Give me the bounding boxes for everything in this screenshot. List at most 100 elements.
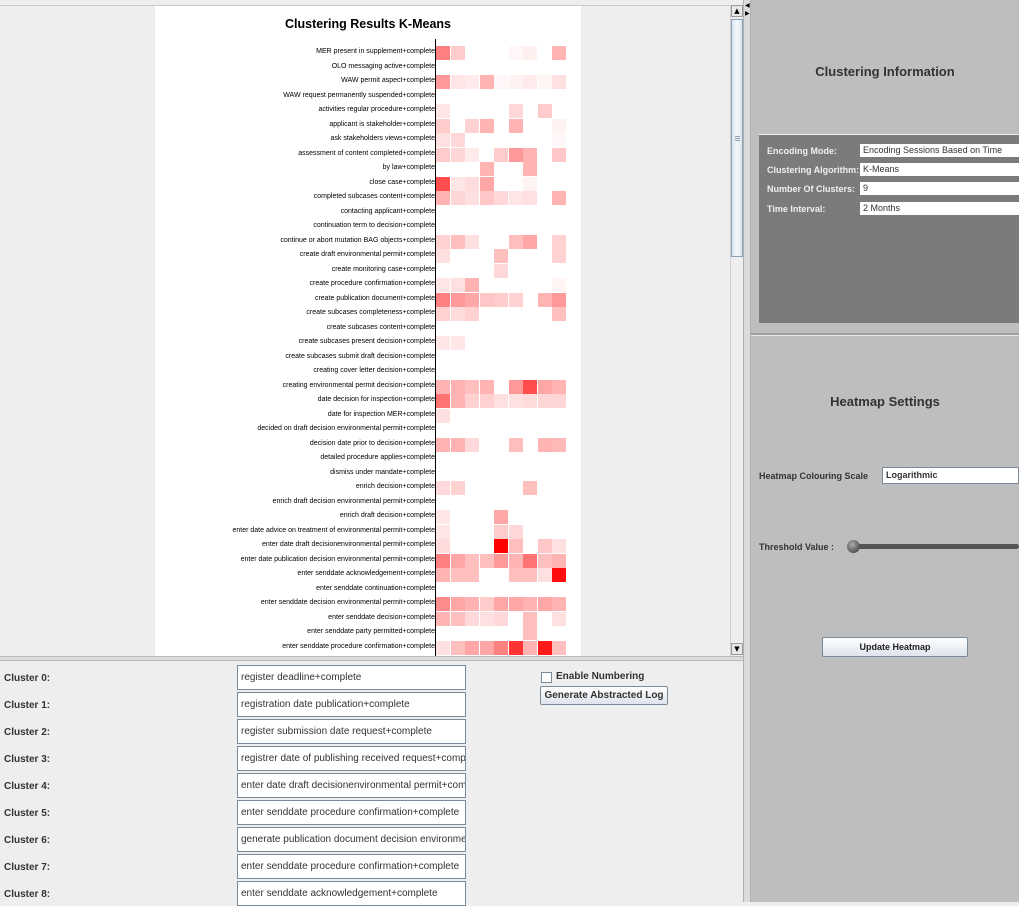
heatmap-row-label: contacting applicant+complete xyxy=(340,207,435,215)
heatmap-cell xyxy=(537,640,552,655)
heatmap-cell xyxy=(508,640,523,655)
heatmap-cell xyxy=(436,379,450,394)
heatmap-row-label: enter date draft decisionenvironmental p… xyxy=(262,541,435,548)
cluster-3-field[interactable]: registrer date of publishing received re… xyxy=(237,746,466,771)
heatmap-cell xyxy=(537,104,552,118)
cluster-8-field[interactable]: enter senddate acknowledgement+complete xyxy=(237,881,466,906)
cluster-2-field[interactable]: register submission date request+complet… xyxy=(237,719,466,744)
heatmap-cell xyxy=(450,379,465,394)
heatmap-cell xyxy=(436,278,450,292)
enable-numbering-checkbox[interactable] xyxy=(541,672,552,683)
heatmap-cell xyxy=(494,510,508,524)
heatmap-cell xyxy=(436,234,450,249)
heatmap-cell xyxy=(523,597,537,611)
heatmap-cell xyxy=(450,553,465,568)
number-of-clusters-value: 9 xyxy=(860,182,1019,195)
heatmap-row-label: creating environmental permit decision+c… xyxy=(282,381,435,389)
heatmap-cell xyxy=(508,75,523,89)
heatmap-cell xyxy=(450,640,465,655)
heatmap-row-label: detailed procedure applies+complete xyxy=(320,454,435,461)
cluster-8-label: Cluster 8: xyxy=(4,889,51,900)
heatmap-cell xyxy=(523,75,537,89)
heatmap-cell xyxy=(494,539,508,553)
heatmap-cell xyxy=(450,278,465,292)
heatmap-vertical-scrollbar[interactable]: ▲ ▼ xyxy=(730,5,744,656)
heatmap-row-label: OLO messaging active+complete xyxy=(331,62,435,70)
threshold-slider-track[interactable] xyxy=(851,544,1019,549)
heatmap-cell xyxy=(450,292,465,307)
heatmap-cell xyxy=(494,147,508,162)
heatmap-cell xyxy=(552,437,566,452)
heatmap-cell xyxy=(537,394,552,408)
heatmap-cell xyxy=(508,118,523,133)
cluster-0-field[interactable]: register deadline+complete xyxy=(237,665,466,690)
heatmap-cell xyxy=(552,278,566,292)
heatmap-cell xyxy=(436,249,450,263)
heatmap-scroll-area[interactable]: Clustering Results K-Means MER present i… xyxy=(0,5,730,656)
heatmap-row-label: enter senddate acknowledgement+complete xyxy=(297,570,435,577)
cluster-5-field[interactable]: enter senddate procedure confirmation+co… xyxy=(237,800,466,825)
heatmap-cell xyxy=(508,104,523,118)
heatmap-cell xyxy=(479,162,494,176)
heatmap-cell xyxy=(450,336,465,350)
heatmap-cell xyxy=(523,176,537,191)
heatmap-cell xyxy=(494,611,508,626)
heatmap-row-label: create monitoring case+complete xyxy=(331,265,435,273)
cluster-4-field[interactable]: enter date draft decisionenvironmental p… xyxy=(237,773,466,798)
heatmap-cell xyxy=(465,278,479,292)
heatmap-cell xyxy=(523,568,537,582)
heatmap-cell xyxy=(552,75,566,89)
vertical-splitter[interactable]: ◀ ▶ xyxy=(743,0,751,902)
cluster-7-field[interactable]: enter senddate procedure confirmation+co… xyxy=(237,854,466,879)
horizontal-splitter[interactable] xyxy=(0,656,746,661)
heatmap-cell xyxy=(523,234,537,249)
heatmap-cell xyxy=(436,437,450,452)
heatmap-row-label: enrich decision+complete xyxy=(355,483,435,490)
heatmap-cell xyxy=(523,481,537,495)
heatmap-cell xyxy=(494,75,508,89)
cluster-5-label: Cluster 5: xyxy=(4,808,51,819)
time-interval-label: Time Interval: xyxy=(767,204,826,214)
clustering-information-box: Encoding Mode: Encoding Sessions Based o… xyxy=(759,134,1019,323)
heatmap-cell xyxy=(523,162,537,176)
heatmap-cell xyxy=(508,234,523,249)
heatmap-cell xyxy=(436,640,450,655)
enable-numbering-label: Enable Numbering xyxy=(556,671,645,682)
scrollbar-thumb[interactable] xyxy=(731,19,743,257)
update-heatmap-button[interactable]: Update Heatmap xyxy=(822,637,968,657)
scroll-down-arrow-icon[interactable]: ▼ xyxy=(731,643,743,655)
heatmap-cell xyxy=(494,249,508,263)
heatmap-cell xyxy=(450,307,465,321)
colouring-scale-select[interactable]: Logarithmic xyxy=(882,467,1019,484)
generate-abstracted-log-button[interactable]: Generate Abstracted Log xyxy=(540,686,668,705)
heatmap-cell xyxy=(479,597,494,611)
cluster-6-field[interactable]: generate publication document decision e… xyxy=(237,827,466,852)
splitter-right-arrow-icon[interactable]: ▶ xyxy=(745,11,750,17)
heatmap-row-label: enrich draft decision+complete xyxy=(339,512,435,519)
cluster-1-field[interactable]: registration date publication+complete xyxy=(237,692,466,717)
encoding-mode-value: Encoding Sessions Based on Time xyxy=(860,144,1019,157)
colouring-scale-label: Heatmap Colouring Scale xyxy=(759,471,869,481)
heatmap-cell xyxy=(537,292,552,307)
heatmap-cell xyxy=(508,292,523,307)
heatmap-cell xyxy=(494,640,508,655)
heatmap-cell xyxy=(450,191,465,205)
heatmap-row-label: assessment of content completed+complete xyxy=(298,149,435,157)
threshold-slider-knob[interactable] xyxy=(847,540,860,553)
heatmap-cell xyxy=(523,46,537,60)
heatmap-cell xyxy=(552,379,566,394)
scroll-up-arrow-icon[interactable]: ▲ xyxy=(731,5,743,17)
heatmap-row-label: decided on draft decision environmental … xyxy=(257,425,435,432)
heatmap-cell xyxy=(436,118,450,133)
time-interval-value: 2 Months xyxy=(860,202,1019,215)
heatmap-cell xyxy=(508,539,523,553)
heatmap-cell xyxy=(436,104,450,118)
heatmap-row-label: enter date publication decision environm… xyxy=(240,555,435,563)
heatmap-cell xyxy=(436,510,450,524)
clustering-information-title: Clustering Information xyxy=(815,64,955,79)
heatmap-cell xyxy=(436,408,450,423)
splitter-left-arrow-icon[interactable]: ◀ xyxy=(745,3,750,9)
heatmap-cell xyxy=(537,553,552,568)
scrollbar-grip-icon xyxy=(735,136,740,137)
heatmap-cell xyxy=(552,191,566,205)
